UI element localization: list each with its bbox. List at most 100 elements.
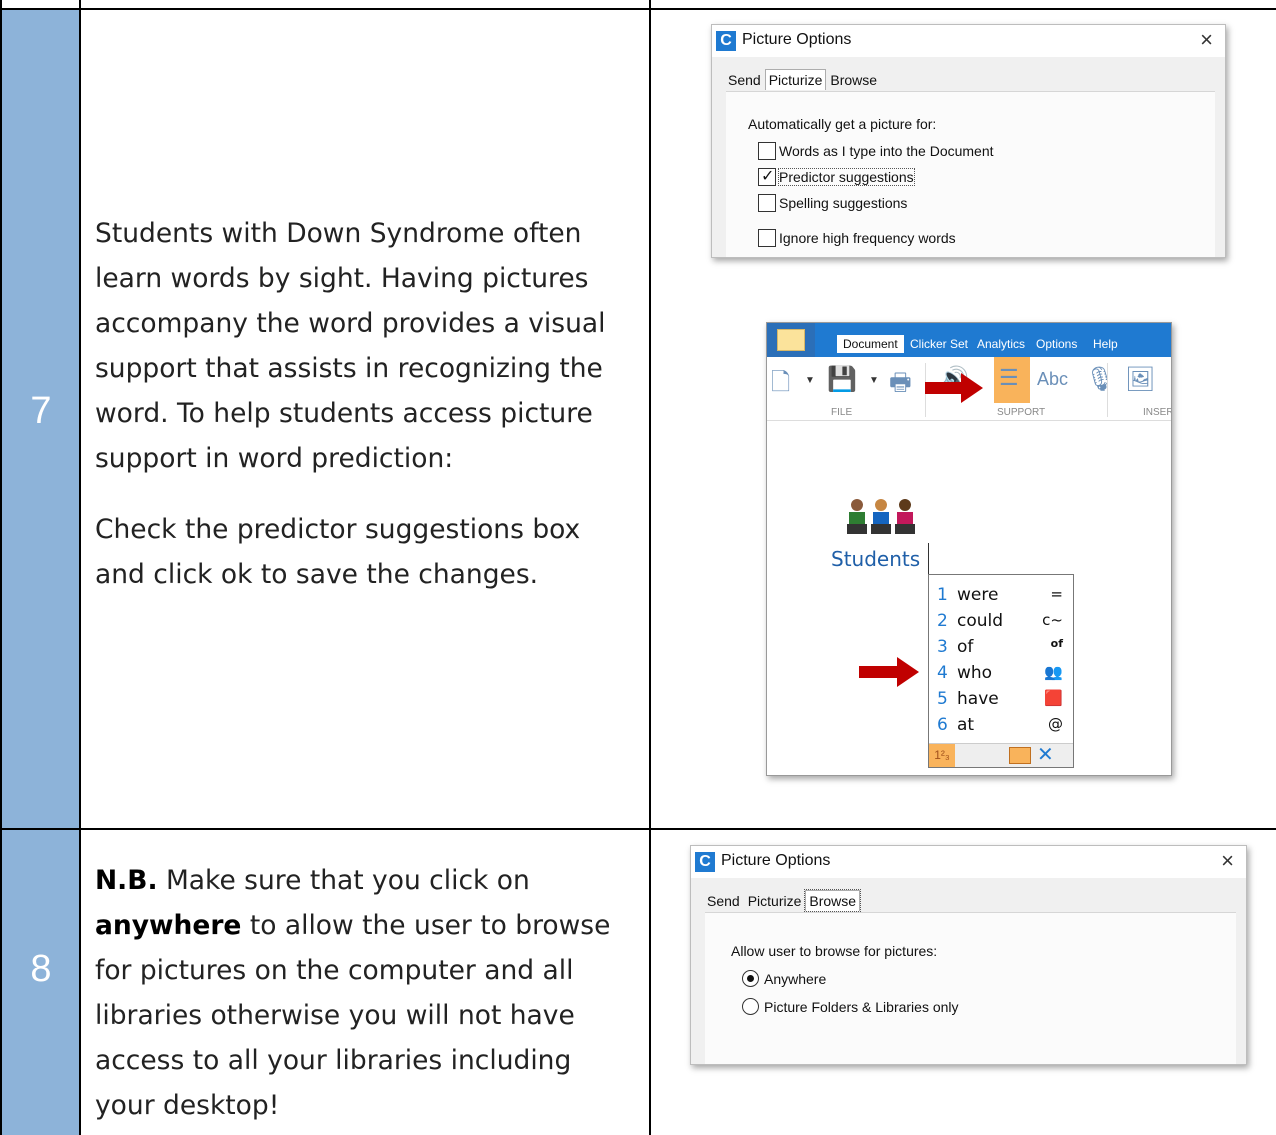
prediction-symbol-icon: 🟥 bbox=[1044, 689, 1063, 707]
ignore-high-frequency-checkbox[interactable] bbox=[758, 229, 776, 247]
step-7-cell: 7 bbox=[2, 10, 80, 828]
prediction-symbol-icon: of bbox=[1050, 637, 1063, 650]
picturize-heading: Automatically get a picture for: bbox=[748, 116, 937, 132]
clicker-logo-icon: C bbox=[695, 852, 715, 872]
folder-button[interactable] bbox=[767, 323, 815, 357]
tab-browse[interactable]: Browse bbox=[826, 69, 881, 91]
step-7-number: 7 bbox=[30, 390, 52, 432]
dialog-title: Picture Options bbox=[721, 852, 831, 869]
folder-icon bbox=[777, 329, 805, 351]
dialog-titlebar: C Picture Options × bbox=[712, 25, 1225, 57]
browse-panel: Allow user to browse for pictures: Anywh… bbox=[705, 912, 1236, 1064]
instruction-table: 7 8 Students with Down Syndrome often le… bbox=[0, 0, 1276, 1135]
step-8-cell: 8 bbox=[2, 830, 80, 1135]
red-arrow-icon bbox=[925, 373, 983, 403]
step-7-paragraph-1: Students with Down Syndrome often learn … bbox=[95, 218, 606, 474]
tab-send[interactable]: Send bbox=[724, 69, 765, 91]
prediction-number: 4 bbox=[937, 663, 948, 683]
table-border-step bbox=[79, 0, 81, 1135]
dialog-tabs: Send Picturize Browse bbox=[724, 69, 881, 91]
new-document-icon[interactable]: 🗋 bbox=[771, 365, 790, 406]
step-8-text-after: to allow the user to browse for pictures… bbox=[95, 910, 611, 1121]
tab-send[interactable]: Send bbox=[703, 890, 744, 912]
spelling-suggestions-checkbox[interactable] bbox=[758, 194, 776, 212]
dialog-tabs: Send Picturize Browse bbox=[703, 889, 862, 912]
number-mode-button[interactable]: 1²₃ bbox=[929, 744, 955, 767]
spellcheck-icon[interactable]: Abc bbox=[1037, 369, 1068, 390]
tab-browse[interactable]: Browse bbox=[804, 889, 862, 912]
prediction-word: could bbox=[957, 611, 1004, 631]
text-caret bbox=[928, 543, 929, 575]
save-icon[interactable]: 💾 bbox=[827, 365, 857, 394]
print-icon[interactable]: 🖶 bbox=[889, 365, 912, 406]
menu-document[interactable]: Document bbox=[837, 335, 904, 353]
prediction-number: 1 bbox=[937, 585, 948, 605]
prediction-symbol-icon: 👥 bbox=[1044, 663, 1063, 681]
prediction-item[interactable]: 5 have 🟥 bbox=[937, 689, 1067, 715]
table-border-middle bbox=[0, 828, 1276, 830]
app-menubar: Document Clicker Set Analytics Options H… bbox=[767, 323, 1171, 357]
picture-folders-radio[interactable] bbox=[742, 998, 759, 1015]
save-dropdown-icon[interactable]: ▼ bbox=[869, 375, 879, 386]
picture-options-dialog-picturize: C Picture Options × Send Picturize Browse … bbox=[711, 24, 1226, 258]
table-border-left bbox=[0, 0, 2, 1135]
spelling-suggestions-label: Spelling suggestions bbox=[779, 195, 908, 211]
microphone-icon[interactable]: 🎙 bbox=[1085, 365, 1115, 394]
prediction-word: who bbox=[957, 663, 993, 683]
menu-options[interactable]: Options bbox=[1036, 337, 1077, 351]
prediction-number: 3 bbox=[937, 637, 948, 657]
close-icon[interactable]: × bbox=[1221, 848, 1234, 874]
browse-heading: Allow user to browse for pictures: bbox=[731, 943, 938, 959]
close-icon[interactable]: × bbox=[1200, 27, 1213, 53]
dropdown-icon[interactable]: ▼ bbox=[805, 375, 815, 386]
prediction-item[interactable]: 4 who 👥 bbox=[937, 663, 1067, 689]
prediction-number: 5 bbox=[937, 689, 948, 709]
predictor-window: 1 were = 2 could c~ 3 of of 4 who 👥 5 have 🟥 6 at @ … bbox=[928, 574, 1074, 768]
predictor-suggestions-checkbox[interactable] bbox=[758, 166, 776, 186]
words-as-i-type-label: Words as I type into the Document bbox=[779, 143, 994, 159]
clicker-app-screenshot: Document Clicker Set Analytics Options H… bbox=[766, 322, 1172, 776]
dialog-titlebar: C Picture Options × bbox=[691, 846, 1246, 878]
step-7-paragraph-2: Check the predictor suggestions box and … bbox=[95, 514, 581, 590]
clicker-logo-icon: C bbox=[716, 31, 736, 51]
prediction-symbol-icon: = bbox=[1050, 585, 1063, 603]
nb-label: N.B. bbox=[95, 865, 158, 896]
predictor-icon[interactable]: ☰ bbox=[999, 365, 1019, 391]
red-arrow-icon bbox=[859, 657, 919, 687]
menu-help[interactable]: Help bbox=[1093, 337, 1118, 351]
words-as-i-type-checkbox[interactable] bbox=[758, 142, 776, 160]
picture-options-dialog-browse: C Picture Options × Send Picturize Browse … bbox=[690, 845, 1247, 1065]
prediction-item[interactable]: 3 of of bbox=[937, 637, 1067, 663]
insert-picture-icon[interactable]: 🖼 bbox=[1125, 365, 1155, 394]
ribbon-group-file: FILE bbox=[831, 407, 853, 418]
prediction-symbol-icon: c~ bbox=[1042, 611, 1063, 629]
menu-clicker-set[interactable]: Clicker Set bbox=[910, 337, 968, 351]
tab-picturize[interactable]: Picturize bbox=[744, 890, 806, 912]
anywhere-radio[interactable] bbox=[742, 970, 759, 987]
prediction-word: at bbox=[957, 715, 975, 735]
typed-word: Students bbox=[831, 547, 921, 571]
prediction-number: 2 bbox=[937, 611, 948, 631]
prediction-word: of bbox=[957, 637, 974, 657]
prediction-item[interactable]: 6 at @ bbox=[937, 715, 1067, 741]
menu-analytics[interactable]: Analytics bbox=[977, 337, 1025, 351]
anywhere-label: Anywhere bbox=[764, 971, 827, 987]
predictor-footer: 1²₃ ✕ bbox=[929, 743, 1073, 767]
dock-icon[interactable] bbox=[1009, 747, 1031, 764]
tab-picturize[interactable]: Picturize bbox=[764, 69, 827, 90]
step-8-number: 8 bbox=[30, 948, 52, 990]
dialog-title: Picture Options bbox=[742, 31, 852, 48]
ribbon-separator bbox=[1107, 363, 1108, 417]
prediction-word: have bbox=[957, 689, 999, 709]
picturize-panel: Automatically get a picture for: Words a… bbox=[726, 91, 1215, 257]
table-border-center bbox=[649, 0, 651, 1135]
close-predictor-icon[interactable]: ✕ bbox=[1037, 742, 1054, 767]
prediction-symbol-icon: @ bbox=[1048, 715, 1063, 733]
prediction-item[interactable]: 2 could c~ bbox=[937, 611, 1067, 637]
ribbon-group-insert: INSER bbox=[1143, 407, 1172, 418]
step-8-text-before: Make sure that you click on bbox=[157, 865, 530, 896]
prediction-word: were bbox=[957, 585, 999, 605]
prediction-number: 6 bbox=[937, 715, 948, 735]
ignore-high-frequency-label: Ignore high frequency words bbox=[779, 230, 956, 246]
prediction-item[interactable]: 1 were = bbox=[937, 585, 1067, 611]
